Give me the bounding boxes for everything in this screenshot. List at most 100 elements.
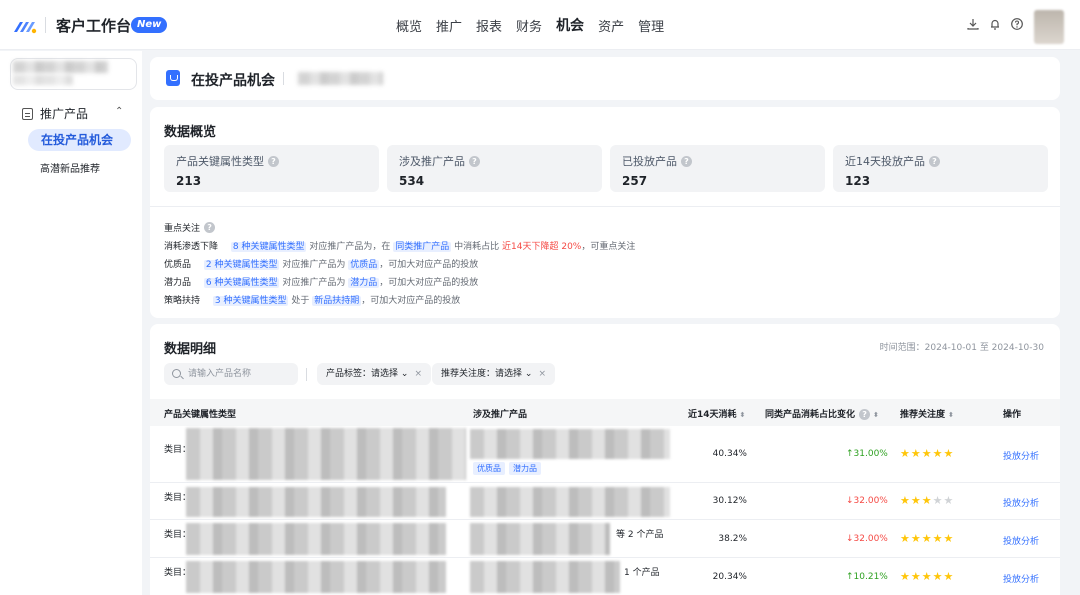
sort-icon[interactable]: ⬍ [740,411,746,419]
account-selector[interactable] [10,58,137,90]
spend-value: 20.34% [712,572,747,582]
focus-title: 重点关注? [164,221,216,234]
search-icon [172,369,181,378]
stat-card: 产品关键属性类型? 213 [164,145,379,192]
focus-link[interactable]: 同类推广产品 [393,242,452,252]
focus-line-decline: 消耗渗透下降 8 种关键属性类型 对应推广产品为，在 同类推广产品 中消耗占比 … [164,239,635,252]
nav-promotion[interactable]: 推广 [436,16,462,35]
nav-opportunities[interactable]: 机会 [556,15,584,35]
rating-stars: ★★★★★ [900,447,955,460]
change-value: ↓32.00% [846,496,888,506]
help-icon[interactable]: ? [469,155,480,167]
bell-icon[interactable] [988,17,1002,31]
focus-text: 处于 [291,296,310,306]
nav-finance[interactable]: 财务 [516,16,542,35]
sort-icon[interactable]: ⬍ [873,411,879,419]
change-number: 31.00% [853,449,888,459]
focus-filter[interactable]: 推荐关注度：请选择 ⌄ × [432,363,555,385]
stat-value: 213 [176,174,202,188]
chevron-up-icon[interactable]: ⌃ [115,106,123,117]
sidebar-group-label: 推广产品 [40,107,89,121]
redacted-type [186,487,446,517]
sidebar-group-promotion[interactable]: 推广产品 [22,105,88,122]
focus-link[interactable]: 2 种关键属性类型 [203,260,280,270]
col-action: 操作 [1003,410,1022,420]
help-icon[interactable]: ? [681,155,692,167]
analyze-link[interactable]: 投放分析 [1003,496,1039,509]
help-icon[interactable]: ? [268,155,279,167]
focus-link[interactable]: 新品扶持期 [312,296,362,306]
spend-value: 30.12% [712,496,747,506]
change-number: 10.21% [853,572,888,582]
detail-section: 数据明细 时间范围：2024-10-01 至 2024-10-30 请输入产品名… [150,324,1060,595]
top-icons [966,17,1024,31]
avatar[interactable] [1034,10,1064,44]
redacted-type [186,428,466,480]
col-change[interactable]: 同类产品消耗占比变化? ⬍ [765,407,879,420]
stat-label: 已投放产品 [622,155,677,168]
focus-link[interactable]: 6 种关键属性类型 [203,278,280,288]
nav-management[interactable]: 管理 [638,16,664,35]
focus-link[interactable]: 3 种关键属性类型 [212,296,289,306]
analyze-link[interactable]: 投放分析 [1003,572,1039,585]
nav-assets[interactable]: 资产 [598,16,624,35]
help-icon[interactable]: ? [859,409,871,420]
spend-value: 38.2% [718,534,747,544]
col-type: 产品关键属性类型 [164,410,237,420]
filter-label: 推荐关注度：请选择 [441,369,523,379]
analyze-link[interactable]: 投放分析 [1003,449,1039,462]
help-icon[interactable]: ? [204,222,216,233]
search-input[interactable]: 请输入产品名称 [164,363,298,385]
redacted-product [470,523,610,555]
sidebar-item-active-opportunities[interactable]: 在投产品机会 [28,129,131,151]
redacted-type [186,523,446,555]
clear-icon[interactable]: × [414,369,422,379]
focus-text: ，可重点关注 [581,242,636,252]
focus-link[interactable]: 8 种关键属性类型 [230,242,307,252]
stat-cards: 产品关键属性类型? 213 涉及推广产品? 534 已投放产品? 257 近14… [164,145,1048,192]
clear-icon[interactable]: × [538,369,546,379]
focus-text: 对应推广产品为 [282,278,346,288]
focus-key: 消耗渗透下降 [164,242,219,252]
focus-text: ，可加大对应产品的投放 [379,260,479,270]
help-icon[interactable]: ? [929,155,940,167]
stat-card: 近14天投放产品? 123 [833,145,1048,192]
analyze-link[interactable]: 投放分析 [1003,534,1039,547]
col-spend[interactable]: 近14天消耗 ⬍ [688,407,745,420]
logo-divider [45,17,46,33]
nav-reports[interactable]: 报表 [476,16,502,35]
focus-alert: 近14天下降超 20% [502,242,582,252]
focus-line-support: 策略扶持 3 种关键属性类型 处于 新品扶持期 ，可加大对应产品的投放 [164,293,460,306]
stat-value: 257 [622,174,648,188]
tag-filter[interactable]: 产品标签：请选择 ⌄ × [317,363,431,385]
redacted-product [470,561,620,593]
product-count: 1 个产品 [624,568,660,578]
account-name-redacted [298,72,383,85]
chevron-down-icon: ⌄ [524,369,533,379]
sidebar-item-new-products[interactable]: 高潜新品推荐 [40,160,100,175]
focus-text: ，可加大对应产品的投放 [379,278,479,288]
filter-label: 产品标签：请选择 [326,369,399,379]
download-icon[interactable] [966,17,980,31]
focus-key: 策略扶持 [164,296,201,306]
focus-text: ，可加大对应产品的投放 [361,296,461,306]
product-tags: 优质品 潜力品 [473,462,545,475]
rating-stars: ★★★★★ [900,494,955,507]
search-placeholder: 请输入产品名称 [188,369,252,379]
nav-overview[interactable]: 概览 [396,16,422,35]
focus-link[interactable]: 优质品 [348,260,380,270]
sidebar: 推广产品 ⌃ 在投产品机会 高潜新品推荐 [0,51,142,595]
chevron-down-icon: ⌄ [400,369,409,379]
focus-text: 对应推广产品为，在 [309,242,391,252]
focus-title-text: 重点关注 [164,224,201,234]
sort-icon[interactable]: ⬍ [948,411,954,419]
focus-link[interactable]: 潜力品 [348,278,380,288]
focus-text: 中消耗占比 [454,242,500,252]
divider [150,206,1060,207]
quality-tag: 优质品 [473,462,505,475]
table-row: 类目： 等 2 个产品 38.2% ↓32.00% ★★★★★ 投放分析 [150,520,1060,558]
detail-title: 数据明细 [164,342,217,357]
stat-card: 已投放产品? 257 [610,145,825,192]
help-icon[interactable] [1010,17,1024,31]
col-recommend[interactable]: 推荐关注度 ⬍ [900,407,954,420]
